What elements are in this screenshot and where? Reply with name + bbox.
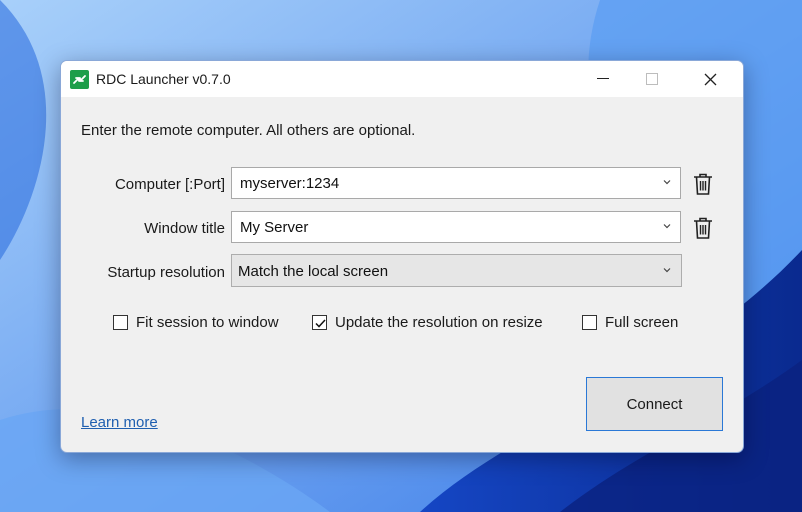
learn-more-link[interactable]: Learn more bbox=[81, 414, 158, 431]
computer-combobox[interactable]: myserver:1234 bbox=[231, 167, 681, 199]
full-screen-checkbox[interactable]: Full screen bbox=[582, 314, 678, 331]
startup-resolution-value: Match the local screen bbox=[238, 263, 389, 280]
title-bar[interactable]: RDC Launcher v0.7.0 bbox=[61, 61, 743, 97]
trash-icon bbox=[694, 173, 712, 195]
maximize-icon bbox=[646, 73, 658, 85]
update-resolution-box[interactable] bbox=[312, 315, 327, 330]
computer-value: myserver:1234 bbox=[240, 175, 340, 192]
minimize-button[interactable] bbox=[580, 61, 626, 97]
window-title: RDC Launcher v0.7.0 bbox=[96, 71, 231, 87]
checkmark-icon bbox=[315, 319, 326, 328]
chevron-down-icon[interactable] bbox=[662, 221, 672, 231]
full-screen-box[interactable] bbox=[582, 315, 597, 330]
full-screen-label: Full screen bbox=[605, 314, 679, 331]
chevron-down-icon bbox=[663, 268, 671, 273]
maximize-button[interactable] bbox=[629, 61, 675, 97]
startup-resolution-label: Startup resolution bbox=[107, 264, 225, 281]
trash-icon bbox=[694, 217, 712, 239]
fit-session-box[interactable] bbox=[113, 315, 128, 330]
close-icon bbox=[704, 73, 716, 85]
close-button[interactable] bbox=[687, 61, 733, 97]
fit-session-label: Fit session to window bbox=[136, 314, 279, 331]
update-resolution-checkbox[interactable]: Update the resolution on resize bbox=[312, 314, 543, 331]
rdc-launcher-window: RDC Launcher v0.7.0 Enter the remote com… bbox=[60, 60, 744, 453]
instruction-text: Enter the remote computer. All others ar… bbox=[81, 122, 416, 139]
update-resolution-label: Update the resolution on resize bbox=[335, 314, 543, 331]
fit-session-checkbox[interactable]: Fit session to window bbox=[113, 314, 279, 331]
window-title-combobox[interactable]: My Server bbox=[231, 211, 681, 243]
startup-resolution-select[interactable]: Match the local screen bbox=[231, 254, 682, 287]
connect-button[interactable]: Connect bbox=[586, 377, 723, 431]
window-title-value: My Server bbox=[240, 219, 309, 236]
window-title-label: Window title bbox=[144, 220, 225, 237]
delete-window-title-button[interactable] bbox=[692, 216, 714, 240]
chevron-down-icon[interactable] bbox=[662, 177, 672, 187]
minimize-icon bbox=[597, 78, 609, 79]
rdc-launcher-icon bbox=[70, 70, 89, 89]
delete-computer-button[interactable] bbox=[692, 172, 714, 196]
computer-label: Computer [:Port] bbox=[114, 176, 225, 193]
